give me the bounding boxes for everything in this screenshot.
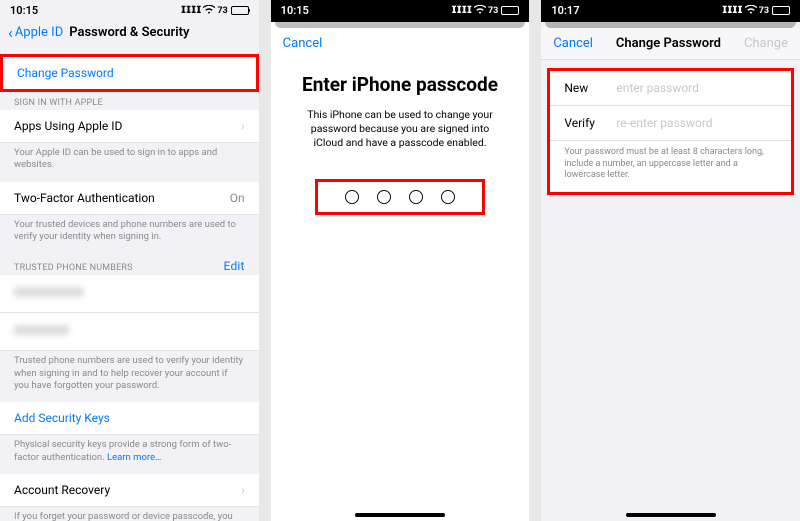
passcode-dot — [377, 190, 391, 204]
status-time: 10:15 — [281, 4, 309, 17]
cancel-button[interactable]: Cancel — [283, 36, 323, 51]
modal-title: Change Password — [616, 36, 721, 51]
section-header-signin: SIGN IN WITH APPLE — [0, 92, 259, 110]
trusted-number-row[interactable] — [0, 275, 259, 313]
screen-enter-passcode: 10:15 𝗜𝗜𝗜𝗜 73 Cancel Enter iPhone passco… — [271, 0, 530, 521]
wifi-icon — [203, 5, 215, 17]
nav-bar: ‹Apple ID Password & Security — [0, 19, 259, 50]
change-button[interactable]: Change — [744, 36, 788, 51]
back-button[interactable]: ‹Apple ID — [8, 23, 63, 42]
row-label: Apps Using Apple ID — [14, 119, 122, 133]
learn-more-link[interactable]: Learn more… — [107, 452, 161, 463]
status-right: 𝗜𝗜𝗜𝗜 73 — [452, 5, 520, 17]
modal-header: Cancel — [271, 28, 530, 59]
change-password-label: Change Password — [17, 66, 114, 80]
edit-button[interactable]: Edit — [224, 259, 245, 273]
trusted-number-row[interactable] — [0, 313, 259, 351]
trusted-header-label: TRUSTED PHONE NUMBERS — [14, 263, 133, 273]
passcode-dot — [441, 190, 455, 204]
password-form: New enter password Verify re-enter passw… — [547, 68, 794, 195]
battery-icon — [231, 6, 249, 15]
two-factor-note: Your trusted devices and phone numbers a… — [0, 215, 259, 254]
battery-icon — [501, 6, 519, 15]
signal-icon: 𝗜𝗜𝗜𝗜 — [452, 5, 473, 16]
status-bar: 10:15 𝗜𝗜𝗜𝗜 73 — [0, 0, 259, 19]
sheet-backdrop — [275, 22, 526, 28]
apps-using-note: Your Apple ID can be used to sign in to … — [0, 143, 259, 182]
passcode-dots[interactable] — [315, 179, 485, 215]
screen-password-security: 10:15 𝗜𝗜𝗜𝗜 73 ‹Apple ID Password & Secur… — [0, 0, 259, 521]
redacted-phone — [14, 325, 69, 335]
status-right: 𝗜𝗜𝗜𝗜 73 — [722, 5, 790, 17]
chevron-right-icon: › — [241, 119, 245, 133]
home-indicator[interactable] — [626, 513, 716, 517]
battery-pct: 73 — [217, 6, 227, 16]
two-factor-row[interactable]: Two-Factor Authentication On — [0, 182, 259, 215]
wifi-icon — [745, 5, 757, 17]
password-requirements: Your password must be at least 8 charact… — [550, 141, 791, 192]
status-time: 10:15 — [10, 4, 38, 17]
passcode-desc: This iPhone can be used to change your p… — [271, 108, 530, 151]
new-label: New — [564, 81, 616, 95]
status-bar: 10:17 𝗜𝗜𝗜𝗜 73 — [541, 0, 800, 19]
add-security-keys-row[interactable]: Add Security Keys — [0, 402, 259, 435]
status-bar: 10:15 𝗜𝗜𝗜𝗜 73 — [271, 0, 530, 19]
sheet-backdrop — [545, 22, 796, 28]
verify-label: Verify — [564, 116, 616, 130]
verify-password-field[interactable]: re-enter password — [616, 116, 712, 130]
chevron-right-icon: › — [241, 483, 245, 497]
new-password-row[interactable]: New enter password — [550, 71, 791, 106]
chevron-left-icon: ‹ — [8, 23, 13, 42]
account-recovery-note: If you forget your password or device pa… — [0, 507, 259, 521]
passcode-dot — [409, 190, 423, 204]
battery-pct: 73 — [759, 6, 769, 16]
home-indicator[interactable] — [355, 513, 445, 517]
cancel-button[interactable]: Cancel — [553, 36, 593, 51]
settings-list: Change Password SIGN IN WITH APPLE Apps … — [0, 50, 259, 521]
row-label: Add Security Keys — [14, 411, 110, 425]
row-value: On — [230, 191, 245, 205]
add-keys-note: Physical security keys provide a strong … — [0, 435, 259, 474]
change-password-row[interactable]: Change Password — [0, 54, 259, 92]
section-header-trusted: TRUSTED PHONE NUMBERS Edit — [0, 253, 259, 275]
sheet-statusbar-bg: 10:17 𝗜𝗜𝗜𝗜 73 — [541, 0, 800, 22]
signal-icon: 𝗜𝗜𝗜𝗜 — [722, 5, 743, 16]
signal-icon: 𝗜𝗜𝗜𝗜 — [181, 5, 202, 16]
row-label: Two-Factor Authentication — [14, 191, 155, 205]
row-label: Account Recovery — [14, 483, 110, 497]
sheet-statusbar-bg: 10:15 𝗜𝗜𝗜𝗜 73 — [271, 0, 530, 22]
passcode-title: Enter iPhone passcode — [291, 73, 510, 96]
page-title: Password & Security — [69, 25, 189, 40]
battery-pct: 73 — [488, 6, 498, 16]
status-right: 𝗜𝗜𝗜𝗜 73 — [181, 5, 249, 17]
wifi-icon — [474, 5, 486, 17]
redacted-phone — [14, 287, 84, 297]
trusted-note: Trusted phone numbers are used to verify… — [0, 351, 259, 402]
status-time: 10:17 — [551, 4, 579, 17]
modal-titlebar: Cancel Change Password Change — [541, 28, 800, 60]
apps-using-apple-id-row[interactable]: Apps Using Apple ID › — [0, 110, 259, 143]
verify-password-row[interactable]: Verify re-enter password — [550, 106, 791, 141]
battery-icon — [772, 6, 790, 15]
account-recovery-row[interactable]: Account Recovery › — [0, 474, 259, 507]
screen-change-password: 10:17 𝗜𝗜𝗜𝗜 73 Cancel Change Password Cha… — [541, 0, 800, 521]
new-password-field[interactable]: enter password — [616, 81, 699, 95]
passcode-dot — [345, 190, 359, 204]
back-label: Apple ID — [15, 25, 63, 40]
